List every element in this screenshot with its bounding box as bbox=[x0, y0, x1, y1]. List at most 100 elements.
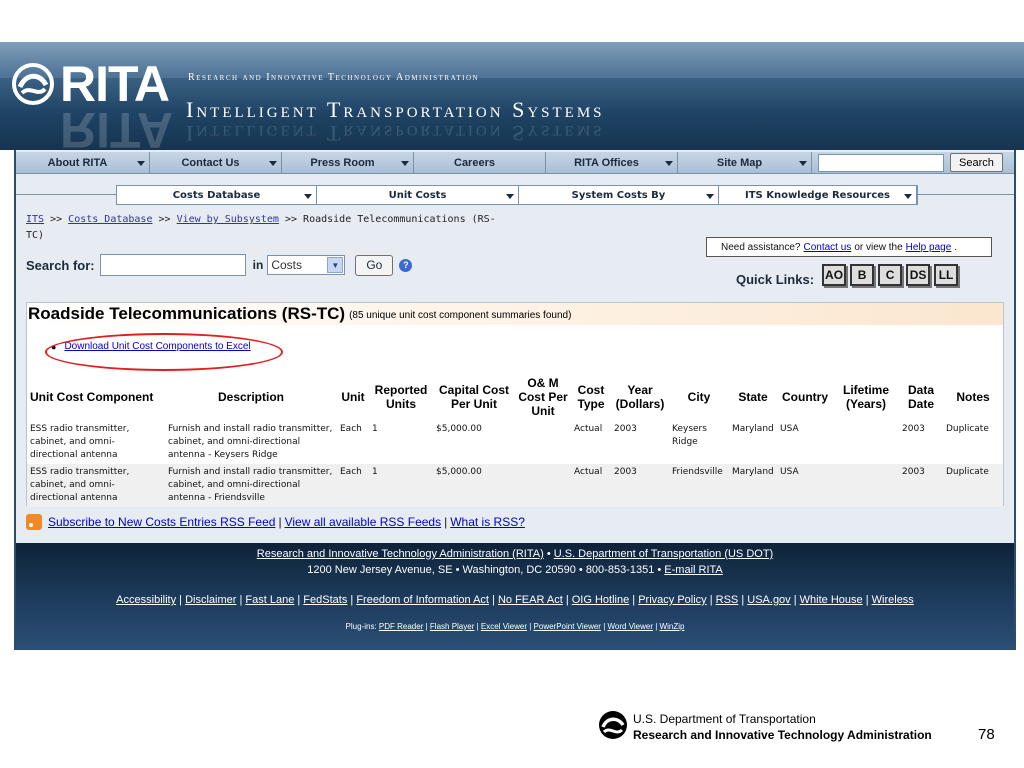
subscribe-rss-link[interactable]: Subscribe to New Costs Entries RSS Feed bbox=[48, 515, 275, 529]
dot-administration-name: Research and Innovative Technology Admin… bbox=[633, 728, 932, 742]
usdot-logo-icon bbox=[599, 711, 627, 739]
chevron-down-icon bbox=[904, 194, 912, 199]
chevron-down-icon bbox=[665, 160, 673, 166]
table-cell: Friendsville bbox=[669, 464, 729, 507]
page-number: 78 bbox=[978, 726, 995, 743]
footer-separator: | bbox=[862, 594, 872, 606]
chevron-down-icon bbox=[269, 160, 277, 166]
dot-department-name: U.S. Department of Transportation bbox=[633, 712, 816, 726]
results-panel: Roadside Telecommunications (RS-TC) (85 … bbox=[26, 302, 1004, 507]
table-cell: $5,000.00 bbox=[436, 424, 482, 434]
table-cell: 2003 bbox=[611, 464, 669, 507]
help-icon[interactable]: ? bbox=[399, 258, 413, 272]
footer-link-4[interactable]: Freedom of Information Act bbox=[356, 594, 489, 606]
plugins-label: Plug-ins: bbox=[345, 622, 377, 631]
nav-press-room[interactable]: Press Room bbox=[282, 151, 414, 174]
footer-link-2[interactable]: Fast Lane bbox=[245, 594, 294, 606]
assist-text: Need assistance? bbox=[721, 241, 801, 253]
subnav-system-costs-by[interactable]: System Costs By bbox=[519, 186, 719, 204]
table-cell bbox=[515, 421, 571, 464]
slide: RITA RITA Research and Innovative Techno… bbox=[0, 0, 1024, 768]
subnav-its-knowledge-resources[interactable]: ITS Knowledge Resources bbox=[719, 186, 917, 204]
chevron-down-icon bbox=[506, 194, 514, 199]
table-row: ESS radio transmitter, cabinet, and omni… bbox=[27, 464, 1003, 507]
table-cell: Actual bbox=[571, 464, 611, 507]
table-cell: Furnish and install radio transmitter, c… bbox=[168, 424, 333, 460]
table-cell: USA bbox=[777, 464, 833, 507]
table-cell: Keysers Ridge bbox=[672, 424, 707, 447]
footer-email-link[interactable]: E-mail RITA bbox=[664, 564, 722, 576]
subnav-unit-costs[interactable]: Unit Costs bbox=[317, 186, 519, 204]
table-cell: ESS radio transmitter, cabinet, and omni… bbox=[30, 424, 130, 460]
footer-separator: | bbox=[176, 594, 186, 606]
quick-links: Quick Links: AO B C DS LL bbox=[736, 262, 959, 287]
footer-link-8[interactable]: RSS bbox=[716, 594, 739, 606]
search-in-label: in bbox=[252, 258, 264, 272]
plugin-link-2[interactable]: Excel Viewer bbox=[481, 622, 527, 631]
chevron-down-icon: ▼ bbox=[327, 257, 344, 273]
search-input[interactable] bbox=[99, 254, 246, 276]
plugin-link-1[interactable]: Flash Player bbox=[430, 622, 474, 631]
nav-about-rita[interactable]: About RITA bbox=[16, 151, 150, 174]
go-button[interactable]: Go bbox=[355, 254, 394, 276]
footer-usdot-link[interactable]: U.S. Department of Transportation (US DO… bbox=[554, 548, 773, 560]
quick-link-ao[interactable]: AO bbox=[822, 263, 847, 286]
footer-link-10[interactable]: White House bbox=[800, 594, 863, 606]
rss-icon[interactable] bbox=[26, 514, 42, 530]
subnav-label: Unit Costs bbox=[388, 189, 447, 201]
table-cell: Furnish and install radio transmitter, c… bbox=[165, 464, 337, 507]
plugin-link-5[interactable]: WinZip bbox=[660, 622, 685, 631]
plugin-link-3[interactable]: PowerPoint Viewer bbox=[534, 622, 601, 631]
nav-label: Press Room bbox=[310, 156, 375, 169]
site-search-button[interactable]: Search bbox=[950, 153, 1003, 172]
nav-label: About RITA bbox=[47, 156, 108, 169]
footer-separator: | bbox=[738, 594, 748, 606]
help-page-link[interactable]: Help page bbox=[906, 242, 952, 253]
plugin-link-0[interactable]: PDF Reader bbox=[379, 622, 423, 631]
breadcrumb-link-its[interactable]: ITS bbox=[26, 214, 44, 225]
footer-link-11[interactable]: Wireless bbox=[872, 594, 914, 606]
quick-link-b[interactable]: B bbox=[850, 263, 875, 286]
footer-link-0[interactable]: Accessibility bbox=[116, 594, 176, 606]
nav-site-map[interactable]: Site Map bbox=[678, 151, 812, 174]
what-is-rss-link[interactable]: What is RSS? bbox=[450, 515, 525, 529]
column-header: Lifetime (Years) bbox=[842, 383, 889, 411]
column-header: Capital Cost Per Unit bbox=[438, 383, 509, 411]
footer-separator: | bbox=[488, 594, 498, 606]
footer-plugins: Plug-ins: PDF Reader | Flash Player | Ex… bbox=[16, 622, 1014, 631]
nav-rita-offices[interactable]: RITA Offices bbox=[546, 151, 678, 174]
table-header-row: Unit Cost Component Description Unit Rep… bbox=[27, 373, 1003, 421]
footer-link-1[interactable]: Disclaimer bbox=[185, 594, 236, 606]
footer-separator: | bbox=[294, 594, 304, 606]
nav-contact-us[interactable]: Contact Us bbox=[150, 151, 282, 174]
footer-link-5[interactable]: No FEAR Act bbox=[498, 594, 563, 606]
column-header: Year (Dollars) bbox=[615, 383, 665, 411]
footer-link-6[interactable]: OIG Hotline bbox=[572, 594, 629, 606]
footer-rita-link[interactable]: Research and Innovative Technology Admin… bbox=[257, 548, 544, 560]
footer-links: Accessibility | Disclaimer | Fast Lane |… bbox=[16, 594, 1014, 606]
plugin-link-4[interactable]: Word Viewer bbox=[608, 622, 654, 631]
quick-links-label: Quick Links: bbox=[736, 272, 815, 287]
footer-link-3[interactable]: FedStats bbox=[303, 594, 347, 606]
footer-link-7[interactable]: Privacy Policy bbox=[638, 594, 706, 606]
table-cell: 1 bbox=[369, 464, 433, 507]
table-cell: Actual bbox=[574, 424, 603, 434]
chevron-down-icon bbox=[706, 194, 714, 199]
search-scope-select[interactable]: Costs ▼ bbox=[267, 255, 346, 275]
column-header: Country bbox=[782, 390, 828, 404]
site-search-input[interactable] bbox=[818, 153, 944, 172]
quick-link-ll[interactable]: LL bbox=[934, 263, 959, 286]
footer-address-line: 1200 New Jersey Avenue, SE • Washington,… bbox=[16, 564, 1014, 576]
quick-link-c[interactable]: C bbox=[878, 263, 903, 286]
breadcrumb-link-view-by-subsystem[interactable]: View by Subsystem bbox=[177, 214, 279, 225]
nav-careers[interactable]: Careers bbox=[414, 151, 546, 174]
table-cell: Maryland bbox=[732, 424, 774, 434]
quick-link-ds[interactable]: DS bbox=[906, 263, 931, 286]
top-navigation: About RITA Contact Us Press Room Careers… bbox=[16, 151, 1014, 174]
contact-us-link[interactable]: Contact us bbox=[804, 242, 852, 253]
all-rss-feeds-link[interactable]: View all available RSS Feeds bbox=[285, 515, 442, 529]
subnav-costs-database[interactable]: Costs Database bbox=[117, 186, 317, 204]
footer-link-9[interactable]: USA.gov bbox=[747, 594, 790, 606]
breadcrumb-link-costs-database[interactable]: Costs Database bbox=[68, 214, 152, 225]
chevron-down-icon bbox=[401, 160, 409, 166]
